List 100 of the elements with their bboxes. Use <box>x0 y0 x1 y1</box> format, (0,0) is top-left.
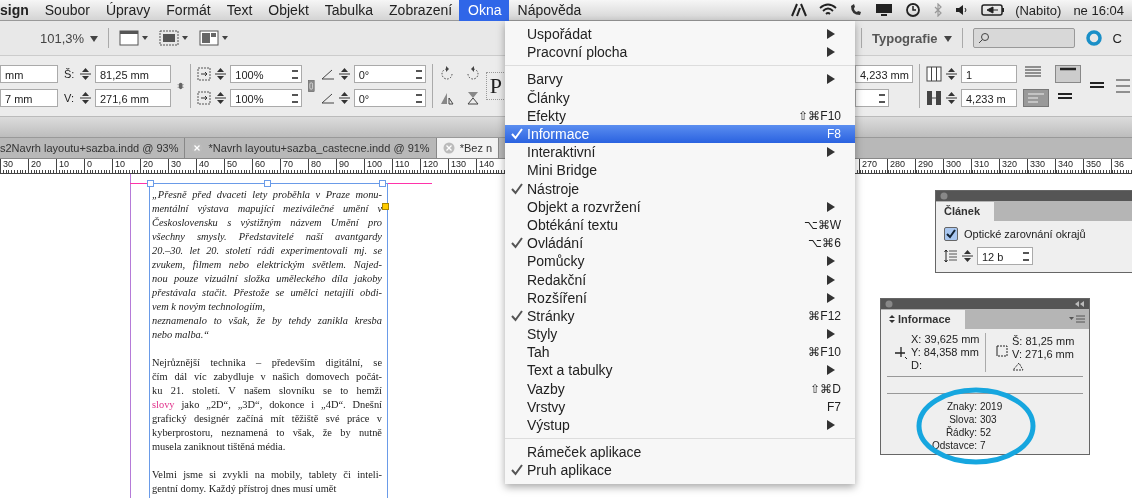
menu-bar-item[interactable]: Okna <box>459 0 509 21</box>
menu-item[interactable]: Obtékání textu ⌥⌘W <box>505 215 855 235</box>
selection-handle[interactable] <box>264 180 271 187</box>
menu-item[interactable]: Pomůcky <box>505 252 855 271</box>
ring-icon[interactable] <box>1084 29 1103 47</box>
menu-item[interactable]: Styly <box>505 325 855 344</box>
search-field[interactable] <box>972 28 1075 48</box>
collapse-icon[interactable] <box>1075 301 1085 307</box>
checkbox-label[interactable]: Optické zarovnání okrajů <box>964 228 1086 240</box>
menu-item[interactable]: Pruh aplikace <box>505 461 855 480</box>
spacing-field[interactable]: 12 b <box>977 247 1033 265</box>
menu-item[interactable]: Text a tabulky <box>505 361 855 380</box>
menu-item[interactable]: Výstup <box>505 415 855 435</box>
ruler-number: 40 <box>196 159 224 173</box>
menu-item[interactable]: Interaktivní <box>505 143 855 162</box>
menu-item[interactable]: Rámeček aplikace <box>505 443 855 462</box>
menu-item[interactable]: Tah ⌘F10 <box>505 343 855 362</box>
stat-label: Odstavce: <box>930 439 977 452</box>
menu-item[interactable]: Nástroje <box>505 179 855 198</box>
menu-item[interactable]: Pracovní plocha <box>505 43 855 62</box>
view-frame-icon[interactable] <box>159 30 190 46</box>
submenu-arrow-icon <box>827 74 835 85</box>
battery-status[interactable]: (Nabito) <box>1015 2 1062 18</box>
flip-icon[interactable] <box>464 90 481 106</box>
paragraph: Nejrůznější technika – především digitální, se čím dál víc zabydluje v našich domovech počát- ku 21. století. V našem slovníku se to hemží slovy jako „2D“, „3D“, dokonce i „4D“. Dnešní grafický designér začíná mít těžiště své práce v kyberprostoru, neznamená to však, že by nutně musela zaniknout tištěná média. <box>152 356 382 454</box>
menu-item[interactable]: Stránky ⌘F12 <box>505 306 855 325</box>
stat-value: 303 <box>980 413 998 426</box>
menu-item[interactable]: Články <box>505 88 855 107</box>
wifi-icon[interactable] <box>819 3 838 17</box>
distribute-icon[interactable] <box>1113 78 1132 94</box>
stepper-icon[interactable] <box>945 67 958 81</box>
selection-handle[interactable] <box>379 180 386 187</box>
menu-bar-item[interactable]: Objekt <box>259 0 316 21</box>
menu-bar-item[interactable]: Soubor <box>35 0 97 21</box>
spacing-icon <box>944 249 958 263</box>
rotate-icon[interactable] <box>438 66 455 82</box>
size-field[interactable]: 81,25 mm <box>95 65 171 83</box>
zoom-dropdown[interactable]: 101,3% <box>40 30 99 46</box>
phone-icon[interactable] <box>849 3 864 17</box>
menu-bar-item[interactable]: Zobrazení <box>380 0 460 21</box>
stepper-icon[interactable] <box>214 67 228 81</box>
app-status-icon[interactable] <box>791 3 808 17</box>
spacing-field[interactable]: 4,233 mm <box>855 65 913 83</box>
search-icon <box>977 32 990 44</box>
document-tab[interactable]: s2Navrh layoutu+sazba.indd @ 93% <box>0 138 186 158</box>
display-icon[interactable] <box>875 3 894 17</box>
panel-tab[interactable]: Článek <box>936 202 995 221</box>
layout-icon[interactable] <box>199 30 230 46</box>
menu-item[interactable]: Uspořádat <box>505 25 855 44</box>
menu-bar-item[interactable]: Formát <box>157 0 218 21</box>
dropdown-field[interactable] <box>855 89 889 107</box>
justify-icon[interactable] <box>1023 89 1049 107</box>
menu-bar-item[interactable]: Nápověda <box>508 0 589 21</box>
stepper-icon[interactable] <box>337 67 351 81</box>
menu-bar-item[interactable]: sign <box>0 0 36 21</box>
menu-item[interactable]: Objekt a rozvržení <box>505 197 855 216</box>
document-tab[interactable]: *Navrh layoutu+sazba_castecne.indd @ 91% <box>185 138 437 158</box>
scale-field[interactable]: 100% <box>230 65 303 83</box>
position-field[interactable]: 7 mm <box>0 89 58 107</box>
menu-bar-item[interactable]: Úpravy <box>96 0 158 21</box>
speaker-icon[interactable] <box>955 4 970 16</box>
clock-icon[interactable] <box>905 2 922 18</box>
gutter-field[interactable]: 4,233 m <box>961 89 1017 107</box>
rotate-icon[interactable] <box>464 66 481 82</box>
panel-tab[interactable]: Informace <box>881 310 965 329</box>
size-field[interactable]: 271,6 mm <box>95 89 171 107</box>
document-tab[interactable]: *Bez n <box>436 138 500 158</box>
menu-item[interactable]: Vazby ⇧⌘D <box>505 379 855 398</box>
menu-item[interactable]: Ovládání ⌥⌘6 <box>505 234 855 253</box>
ruler-number: 350 <box>1083 159 1111 173</box>
stepper-icon[interactable] <box>961 249 974 263</box>
selection-handle[interactable] <box>147 180 154 187</box>
menu-item[interactable]: Vrstvy F7 <box>505 397 855 416</box>
menu-item[interactable]: Rozšíření <box>505 288 855 307</box>
stepper-icon[interactable] <box>214 91 228 105</box>
scale-icon <box>197 91 212 105</box>
stepper-icon[interactable] <box>79 67 92 81</box>
clock[interactable]: ne 16:04 <box>1073 2 1124 18</box>
align-top-icon[interactable] <box>1055 65 1081 83</box>
battery-icon[interactable] <box>981 4 1006 16</box>
menu-bar-item[interactable]: Tabulka <box>315 0 381 21</box>
scale-field[interactable]: 100% <box>230 89 303 107</box>
workspace-dropdown[interactable]: Typografie <box>872 30 952 46</box>
stepper-icon[interactable] <box>945 91 958 105</box>
stepper-icon[interactable] <box>79 91 92 105</box>
menu-item[interactable]: Efekty ⇧⌘F10 <box>505 106 855 125</box>
screen-mode-icon[interactable] <box>119 30 150 46</box>
checkbox[interactable] <box>944 227 958 241</box>
panel-menu-icon[interactable] <box>1069 315 1085 323</box>
angle-field[interactable]: 0° <box>353 65 426 83</box>
align-icon[interactable] <box>1023 65 1043 79</box>
angle-field[interactable]: 0° <box>353 89 426 107</box>
menu-item[interactable]: Mini Bridge <box>505 161 855 180</box>
columns-field[interactable]: 1 <box>961 65 1017 83</box>
menu-bar-item[interactable]: Text <box>217 0 260 21</box>
stepper-icon[interactable] <box>337 91 351 105</box>
menu-item[interactable]: Informace F8 <box>505 124 855 144</box>
position-field[interactable]: mm <box>0 65 58 83</box>
menu-item[interactable]: Barvy <box>505 70 855 89</box>
menu-item[interactable]: Redakční <box>505 270 855 289</box>
